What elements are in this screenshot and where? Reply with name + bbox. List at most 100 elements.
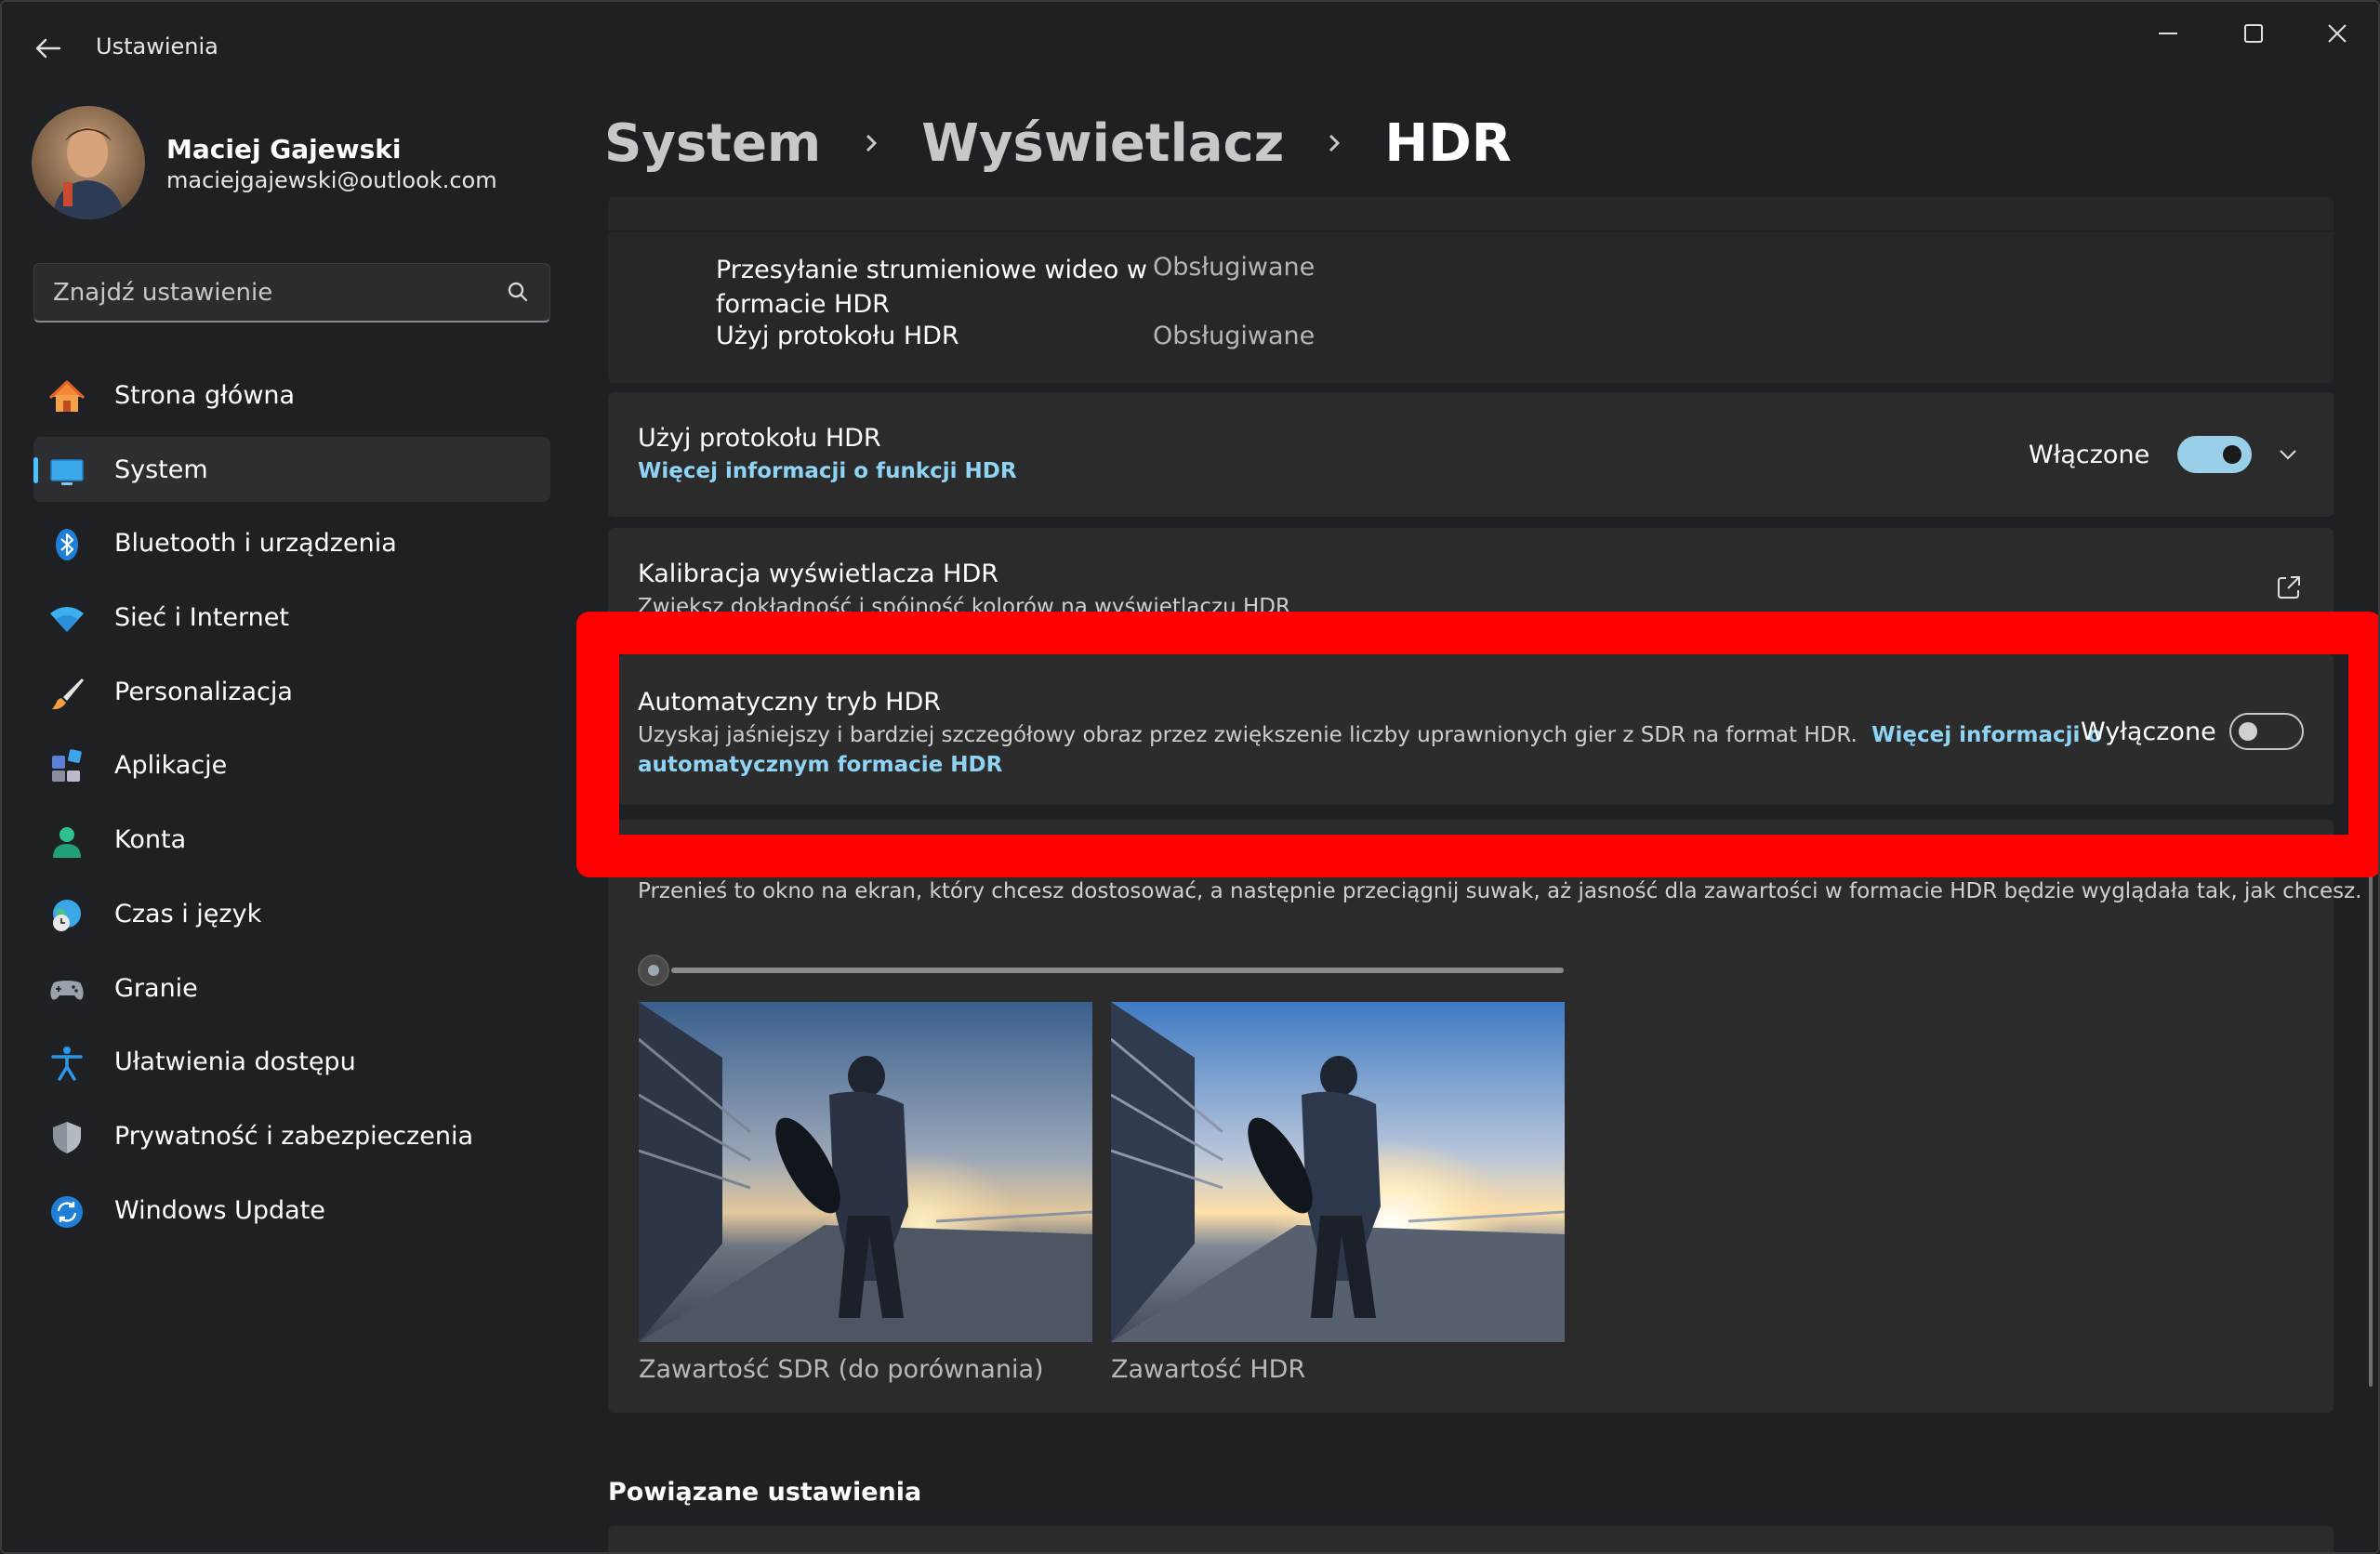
auto-hdr-learn-more-link[interactable]: Więcej informacji o [1871,723,2102,747]
use-hdr-learn-more-link[interactable]: Więcej informacji o funkcji HDR [638,459,1017,483]
calibration-title: Kalibracja wyświetlacza HDR [638,560,998,588]
monitor-icon [50,458,84,485]
brightness-instruction: Przenieś to okno na ekran, który chcesz … [638,879,2362,903]
search-input[interactable] [53,277,499,309]
sidebar-item-bluetooth[interactable]: Bluetooth i urządzenia [33,510,550,575]
sidebar-item-label: System [114,454,208,484]
brightness-slider-thumb[interactable] [638,955,669,986]
sidebar-item-windows-update[interactable]: Windows Update [33,1178,550,1243]
use-hdr-title: Użyj protokołu HDR [638,424,881,453]
hdr-capabilities-card: Przesyłanie strumieniowe wideo w formaci… [608,197,2334,383]
user-email: maciejgajewski@outlook.com [166,167,497,193]
open-external-icon[interactable] [2274,573,2304,602]
use-hdr-state: Włączone [2029,441,2150,469]
sidebar-item-label: Sieć i Internet [114,603,289,633]
sidebar-item-label: Personalizacja [114,677,293,706]
capability-label: Przesyłanie strumieniowe wideo w formaci… [716,256,1147,319]
wifi-icon [50,607,84,633]
home-icon [48,380,86,412]
sdr-preview-image [639,1002,1092,1342]
back-button[interactable] [28,28,69,69]
sidebar-item-network[interactable]: Sieć i Internet [33,585,550,650]
title-bar: Ustawienia [2,2,2378,95]
hdr-caption: Zawartość HDR [1111,1355,1306,1384]
avatar[interactable] [32,106,145,219]
breadcrumb-display[interactable]: Wyświetlacz [921,113,1284,174]
minimize-button[interactable] [2140,15,2196,52]
sidebar-item-privacy[interactable]: Prywatność i zabezpieczenia [33,1103,550,1168]
gamepad-icon [50,980,84,999]
capability-value: Obsługiwane [1153,322,1316,350]
chevron-right-icon [1329,134,1341,152]
auto-hdr-toggle[interactable] [2229,713,2304,750]
sidebar-item-label: Bluetooth i urządzenia [114,529,397,559]
sidebar-item-label: Strona główna [114,381,296,410]
sidebar-item-apps[interactable]: Aplikacje [33,732,550,797]
auto-hdr-description: Uzyskaj jaśniejszy i bardziej szczegółow… [638,723,2102,747]
search-box[interactable] [33,263,550,323]
scrollbar[interactable] [2369,876,2373,1387]
sidebar-item-label: Prywatność i zabezpieczenia [114,1121,473,1151]
related-settings-title: Powiązane ustawienia [608,1478,922,1507]
sidebar-item-label: Windows Update [114,1195,325,1225]
app-title: Ustawienia [96,33,218,59]
chevron-down-icon[interactable] [2274,441,2302,468]
auto-hdr-description-text: Uzyskaj jaśniejszy i bardziej szczegółow… [638,723,1858,747]
maximize-icon [2244,24,2263,43]
minimize-icon [2159,33,2177,34]
toggle-knob [2239,722,2257,741]
bluetooth-icon [56,529,78,561]
capability-value: Obsługiwane [1153,253,1316,282]
active-indicator [33,456,38,483]
capability-label: Użyj protokołu HDR [716,322,959,350]
auto-hdr-state: Wyłączone [2081,718,2216,746]
use-hdr-card[interactable]: Użyj protokołu HDR Więcej informacji o f… [608,392,2334,517]
globe-clock-icon [53,899,81,931]
brightness-slider-track[interactable] [671,968,1564,973]
toggle-knob [2223,445,2241,464]
chevron-right-icon [866,134,878,152]
settings-window: Ustawienia Maciej Gajewski maciejgajewsk… [0,0,2380,1554]
sidebar-item-home[interactable]: Strona główna [33,362,550,428]
auto-hdr-learn-more-link-cont[interactable]: automatycznym formacie HDR [638,753,1002,777]
sidebar-item-system[interactable]: System [33,436,550,502]
related-settings-card[interactable] [608,1526,2334,1552]
sidebar-item-label: Konta [114,825,187,855]
breadcrumb: System Wyświetlacz HDR [604,106,1512,180]
sidebar-item-accounts[interactable]: Konta [33,807,550,872]
arrow-left-icon [35,38,61,59]
sdr-caption: Zawartość SDR (do porównania) [639,1355,1044,1384]
brush-icon [52,678,84,709]
hdr-preview-image [1111,1002,1565,1342]
sidebar-item-label: Czas i język [114,899,262,928]
breadcrumb-system[interactable]: System [604,113,821,174]
search-icon[interactable] [504,279,532,307]
sidebar-item-label: Granie [114,973,198,1003]
sidebar-item-time-language[interactable]: Czas i język [33,881,550,946]
sidebar-item-label: Ułatwienia dostępu [114,1047,356,1077]
close-icon [2328,24,2347,43]
sidebar-nav: Strona główna System Bluetooth i urządze… [33,362,550,1251]
use-hdr-toggle[interactable] [2177,436,2252,473]
maximize-button[interactable] [2226,15,2281,52]
sidebar-item-personalization[interactable]: Personalizacja [33,659,550,724]
user-name: Maciej Gajewski [166,134,402,165]
sdr-sample-photo-icon [639,1002,1092,1342]
divider [608,230,2334,232]
calibration-subtitle: Zwiększ dokładność i spójność kolorów na… [638,595,1290,617]
user-photo-icon [32,106,145,219]
sidebar-item-gaming[interactable]: Granie [33,955,550,1021]
update-icon [51,1195,83,1228]
shield-icon [53,1121,81,1153]
hdr-sample-photo-icon [1111,1002,1565,1342]
apps-icon [52,749,82,783]
person-icon [53,827,81,859]
breadcrumb-current: HDR [1384,112,1512,174]
close-button[interactable] [2309,15,2365,52]
auto-hdr-title: Automatyczny tryb HDR [638,688,942,717]
hdr-calibration-card[interactable]: Kalibracja wyświetlacza HDR Zwiększ dokł… [608,528,2334,617]
accessibility-icon [51,1047,83,1081]
sidebar-item-label: Aplikacje [114,751,228,781]
auto-hdr-card[interactable]: Automatyczny tryb HDR Uzyskaj jaśniejszy… [619,654,2334,805]
sidebar-item-accessibility[interactable]: Ułatwienia dostępu [33,1029,550,1094]
